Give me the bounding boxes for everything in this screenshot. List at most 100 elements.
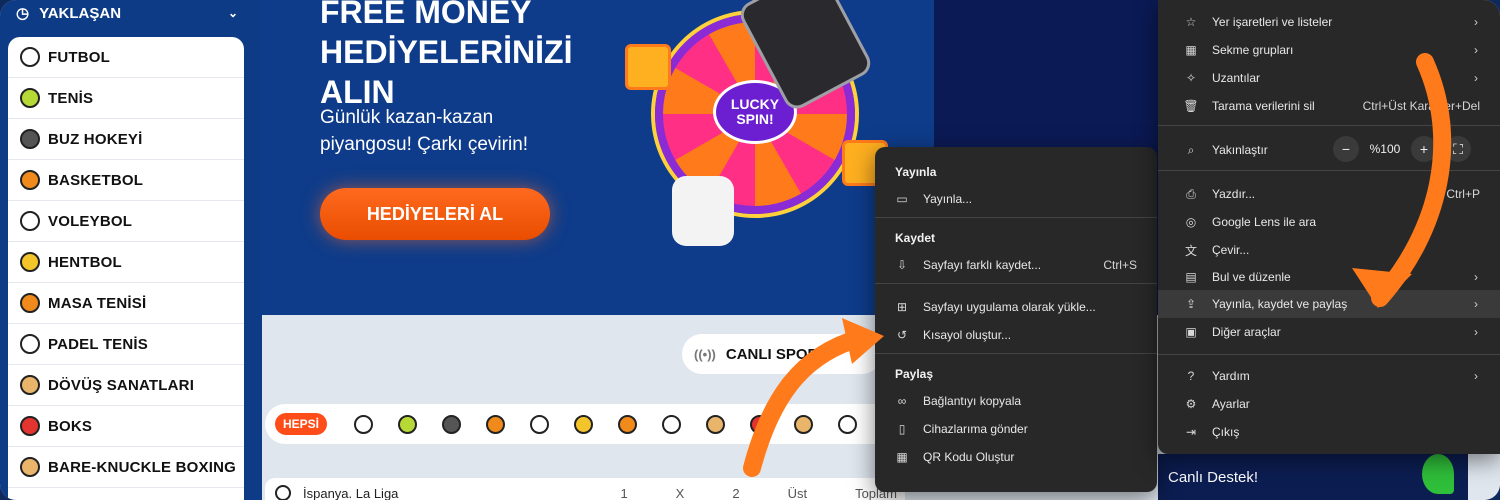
submenu-heading: Yayınla [895,165,937,179]
sidebar-item-label: BARE-KNUCKLE BOXING [48,458,236,476]
menu-separator [875,217,1157,218]
menu-item-label: Ayarlar [1212,397,1250,411]
menu-item-find[interactable]: ▤ Bul ve düzenle › [1158,263,1500,291]
zoom-value: %100 [1369,142,1401,156]
chevron-right-icon: › [1474,71,1478,85]
filter-soccer-ball-button[interactable] [341,414,385,434]
filter-martial-arts-button[interactable] [693,414,737,434]
submenu-item-cast[interactable]: ▭ Yayınla... [875,185,1157,213]
zoom-icon: ⌕ [1187,142,1195,157]
earbuds-prize-image [672,176,734,246]
menu-separator [875,353,1157,354]
menu-item-label: Yakınlaştır [1212,143,1268,157]
live-sports-button[interactable]: ((•)) CANLI SPOR [682,334,882,374]
padel-racket-icon [20,334,40,354]
table-tennis-icon [20,293,40,313]
menu-item-toolbox[interactable]: ▣ Diğer araçlar › [1158,318,1500,346]
sidebar-item-teni-s[interactable]: TENİS [8,78,244,119]
live-signal-icon: ((•)) [694,346,716,362]
submenu-item-save-page[interactable]: ⇩ Sayfayı farklı kaydet... Ctrl+S [875,251,1157,279]
submenu-item-label: Yayınla... [923,192,973,206]
league-name[interactable]: İspanya. La Liga [303,486,398,500]
sidebar-item-hentbol[interactable]: HENTBOL [8,242,244,283]
zoom-in-button[interactable]: + [1411,136,1437,162]
menu-item-translate[interactable]: 文 Çevir... [1158,236,1500,264]
clock-icon: ◷ [16,5,30,22]
menu-item-help[interactable]: ? Yardım › [1158,362,1500,390]
filter-badminton-button[interactable] [825,414,869,434]
sidebar-item-boks[interactable]: BOKS [8,406,244,447]
banner-subtitle: Günlük kazan-kazan piyangosu! Çarkı çevi… [320,107,529,155]
filter-table-tennis-button[interactable] [605,414,649,434]
menu-item-gear[interactable]: ⚙ Ayarlar [1158,390,1500,418]
menu-item-printer[interactable]: ⎙ Yazdır... Ctrl+P [1158,180,1500,208]
tab-groups-icon: ▦ [1185,43,1197,57]
filter-handball-button[interactable] [561,414,605,434]
zoom-out-button[interactable]: − [1333,136,1359,162]
submenu-item-qr-code[interactable]: ▦ QR Kodu Oluştur [875,443,1157,471]
fullscreen-button[interactable]: ⛶ [1445,136,1471,162]
upcoming-label: YAKLAŞAN [39,4,122,22]
chevron-right-icon: › [1474,15,1478,29]
sidebar-item-label: BASKETBOL [48,171,144,189]
sidebar-item-bare-knuckle-boxing[interactable]: BARE-KNUCKLE BOXING [8,447,244,488]
sidebar-item-padel-teni-s[interactable]: PADEL TENİS [8,324,244,365]
sidebar-item-futbol[interactable]: FUTBOL [8,37,244,78]
filter-basketball-button[interactable] [473,414,517,434]
sidebar-item-basketbol[interactable]: BASKETBOL [8,160,244,201]
menu-item-label: Bul ve düzenle [1212,270,1291,284]
upcoming-header[interactable]: ◷ YAKLAŞAN ⌄ [0,0,250,26]
sidebar-item-masa-teni-si-[interactable]: MASA TENİSİ [8,283,244,324]
filter-hockey-puck-button[interactable] [429,414,473,434]
odds-column-header: Üst [787,485,808,500]
menu-separator [875,283,1157,284]
boxing-glove-icon [20,416,40,436]
browser-main-menu: ☆ Yer işaretleri ve listeler › ▦ Sekme grupl… [1158,0,1500,454]
zoom-controls: − %100 + ⛶ [1333,136,1471,162]
qr-code-icon: ▦ [896,450,908,464]
menu-item-label: Google Lens ile ara [1212,215,1317,229]
menu-shortcut: Ctrl+S [1103,258,1137,272]
menu-item-puzzle[interactable]: ✧ Uzantılar › [1158,64,1500,92]
table-tennis-icon [617,414,637,434]
filter-padel-racket-button[interactable] [649,414,693,434]
sidebar-item-voleybol[interactable]: VOLEYBOL [8,201,244,242]
filter-volleyball-button[interactable] [517,414,561,434]
live-support-widget[interactable]: Canlı Destek! [1158,454,1468,500]
help-icon: ? [1187,369,1195,383]
badminton-icon [837,414,857,434]
find-icon: ▤ [1185,270,1197,284]
menu-item-lens[interactable]: ◎ Google Lens ile ara [1158,208,1500,236]
bare-knuckle-icon [20,457,40,477]
odds-column-header: 1 [620,485,628,500]
live-support-label: Canlı Destek! [1168,468,1259,486]
menu-item-share-file[interactable]: ⇪ Yayınla, kaydet ve paylaş › [1158,290,1500,318]
gift-box-image [625,44,671,90]
chevron-right-icon: › [1474,297,1478,311]
sport-filter-bar: HEPSİ [265,404,895,444]
cast-icon: ▭ [896,192,908,206]
submenu-item-link[interactable]: ∞ Bağlantıyı kopyala [875,387,1157,415]
submenu-item-shortcut[interactable]: ↺ Kısayol oluştur... [875,321,1157,349]
menu-item-trash[interactable]: 🗑 Tarama verilerini sil Ctrl+Üst Karakter+… [1158,92,1500,120]
sidebar-item-d-v-sanatlari[interactable]: DÖVÜŞ SANATLARI [8,365,244,406]
toolbox-icon: ▣ [1185,325,1197,339]
filter-tennis-ball-button[interactable] [385,414,429,434]
menu-item-star[interactable]: ☆ Yer işaretleri ve listeler › [1158,8,1500,36]
filter-bare-knuckle-button[interactable] [781,414,825,434]
chevron-right-icon: › [1474,270,1478,284]
filter-boxing-glove-button[interactable] [737,414,781,434]
sports-sidebar: ◷ YAKLAŞAN ⌄ FUTBOL TENİS BUZ HOKEYİ BASKET… [0,0,262,500]
menu-item-label: Yayınla, kaydet ve paylaş [1212,297,1348,311]
boxing-glove-icon [749,414,769,434]
menu-item-exit[interactable]: ⇥ Çıkış [1158,418,1500,446]
get-gifts-button[interactable]: HEDİYELERİ AL [320,188,550,240]
menu-item-label: Diğer araçlar [1212,325,1281,339]
sidebar-item-buz-hokeyi-[interactable]: BUZ HOKEYİ [8,119,244,160]
share-submenu: Yayınla ▭ Yayınla... Kaydet ⇩ Sayfayı farklı … [875,147,1157,492]
filter-all-button[interactable]: HEPSİ [275,413,327,435]
submenu-item-install-app[interactable]: ⊞ Sayfayı uygulama olarak yükle... [875,293,1157,321]
sidebar-item-label: FUTBOL [48,48,111,66]
menu-item-tab-groups[interactable]: ▦ Sekme grupları › [1158,36,1500,64]
submenu-item-devices[interactable]: ▯ Cihazlarıma gönder [875,415,1157,443]
